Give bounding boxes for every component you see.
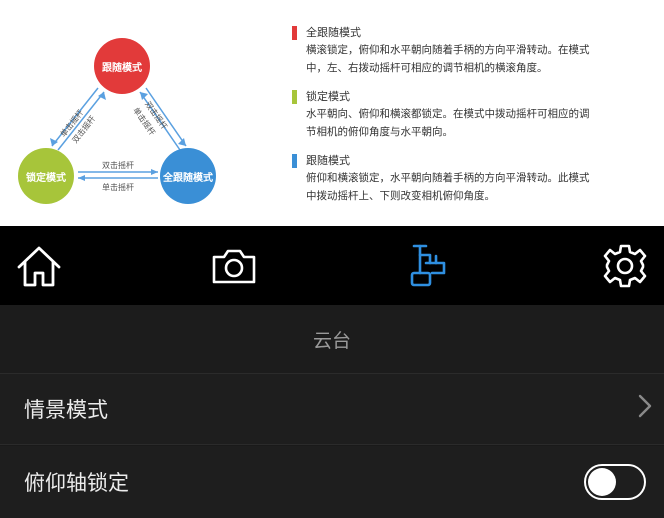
legend-color-bar: [292, 153, 297, 168]
tab-bar: [0, 226, 664, 305]
lock-mode-circle: 锁定模式: [18, 148, 74, 204]
legend-item-lock: 锁定模式 水平朝向、俯仰和横滚都锁定。在模式中拨动摇杆可相应的调 节相机的俯仰角…: [292, 88, 658, 141]
section-title: 云台: [0, 305, 664, 373]
tab-camera[interactable]: [209, 241, 259, 291]
tab-settings[interactable]: [600, 241, 650, 291]
legend-desc-line: 中，左、右拨动摇杆可相应的调节相机的横滚角度。: [306, 62, 548, 74]
toggle-knob: [588, 468, 616, 496]
home-icon: [17, 246, 61, 286]
pitch-lock-toggle[interactable]: [584, 464, 646, 500]
mode-diagram: 跟随模式 锁定模式 全跟随模式 单击摇杆 双击摇杆 双击摇杆 单击摇杆 双击摇杆…: [0, 0, 280, 226]
legend-desc-line: 水平朝向、俯仰和横滚都锁定。在模式中拨动摇杆可相应的调: [306, 108, 590, 120]
arrow-label-bottom-bottom: 单击摇杆: [102, 183, 134, 192]
legend-item-follow: 跟随模式 俯仰和横滚锁定，水平朝向随着手柄的方向平滑转动。此模式 中拨动摇杆上、…: [292, 152, 658, 205]
legend-desc-line: 横滚锁定，俯仰和水平朝向随着手柄的方向平滑转动。在模式: [306, 44, 590, 56]
legend-item-full-follow: 全跟随模式 横滚锁定，俯仰和水平朝向随着手柄的方向平滑转动。在模式 中，左、右拨…: [292, 24, 658, 77]
gear-icon: [603, 244, 647, 287]
arrow-label-bottom-top: 双击摇杆: [102, 161, 134, 170]
legend-color-bar: [292, 89, 297, 104]
scene-mode-label: 情景模式: [24, 398, 108, 422]
chevron-right-icon: [638, 394, 652, 425]
legend-title: 跟随模式: [306, 154, 350, 167]
full-follow-mode-circle: 全跟随模式: [160, 148, 216, 204]
legend-color-bar: [292, 25, 297, 40]
scene-mode-row[interactable]: 情景模式: [0, 373, 664, 445]
follow-mode-circle: 跟随模式: [94, 38, 150, 94]
pitch-lock-row: 俯仰轴锁定: [0, 446, 664, 518]
help-panel: 跟随模式 锁定模式 全跟随模式 单击摇杆 双击摇杆 双击摇杆 单击摇杆 双击摇杆…: [0, 0, 664, 226]
legend-desc-line: 俯仰和横滚锁定，水平朝向随着手柄的方向平滑转动。此模式: [306, 172, 590, 184]
camera-icon: [213, 249, 256, 283]
legend-desc-line: 节相机的俯仰角度与水平朝向。: [306, 126, 453, 138]
gimbal-icon: [410, 244, 445, 286]
pitch-lock-label: 俯仰轴锁定: [24, 471, 129, 495]
mode-legend: 全跟随模式 横滚锁定，俯仰和水平朝向随着手柄的方向平滑转动。在模式 中，左、右拨…: [292, 24, 658, 216]
tab-home[interactable]: [14, 241, 64, 291]
legend-title: 全跟随模式: [306, 26, 361, 39]
tab-gimbal[interactable]: [405, 241, 455, 291]
legend-title: 锁定模式: [306, 90, 350, 103]
legend-desc-line: 中拨动摇杆上、下则改变相机俯仰角度。: [306, 190, 495, 202]
